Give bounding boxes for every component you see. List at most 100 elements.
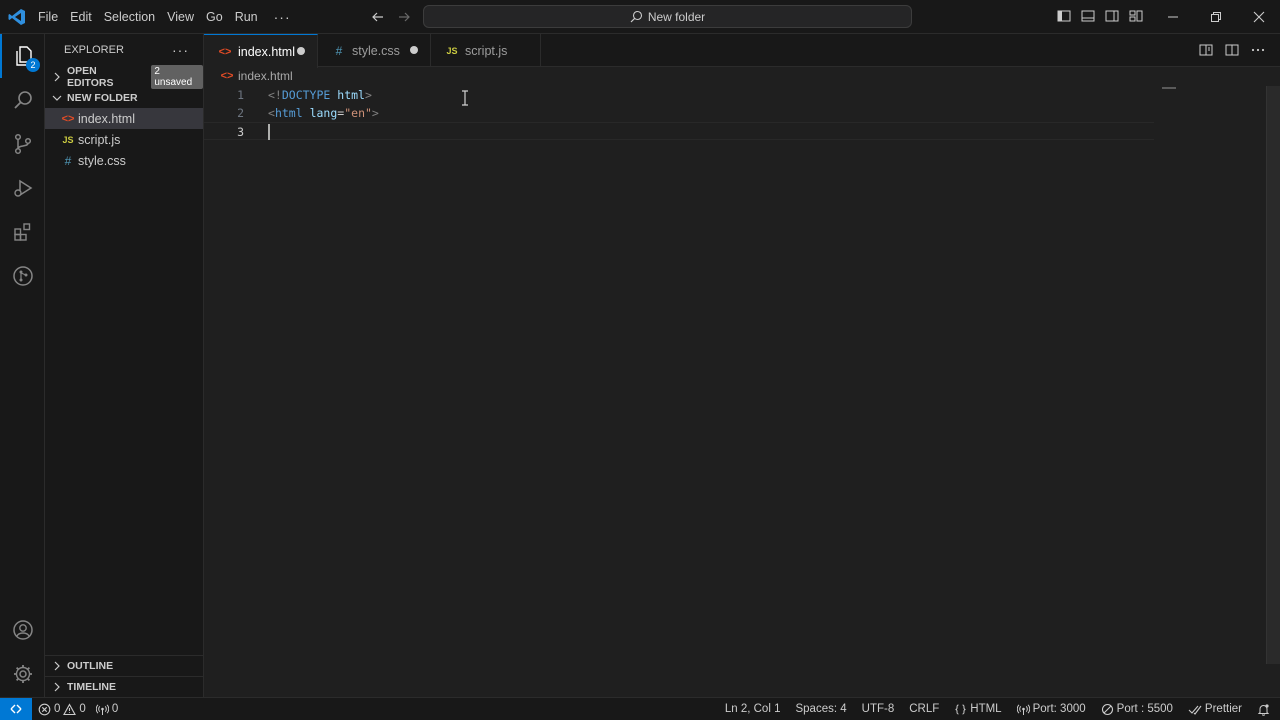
outline-section[interactable]: OUTLINE — [45, 655, 204, 676]
chevron-down-icon — [51, 92, 63, 104]
code-line-1[interactable]: 1 <!DOCTYPE html> — [204, 86, 1154, 104]
folder-section[interactable]: NEW FOLDER — [45, 87, 203, 108]
search-icon[interactable] — [0, 78, 45, 122]
file-name: style.css — [78, 153, 126, 168]
ports-count: 0 — [111, 703, 119, 715]
menu-file[interactable]: File — [32, 5, 64, 29]
explorer-icon[interactable]: 2 — [0, 34, 45, 78]
command-center-search[interactable]: New folder — [423, 5, 912, 28]
prettier-formatter[interactable]: Prettier — [1188, 703, 1242, 716]
encoding[interactable]: UTF-8 — [862, 703, 895, 715]
css-file-icon: # — [64, 153, 72, 168]
code-editor[interactable]: 1 <!DOCTYPE html> 2 <html lang="en"> 3 — [204, 86, 1280, 697]
js-file-icon: JS — [446, 45, 458, 56]
extensions-icon[interactable] — [0, 210, 45, 254]
html-file-icon: <> — [220, 70, 234, 82]
customize-layout-icon[interactable] — [1128, 8, 1144, 24]
timeline-label: TIMELINE — [67, 681, 116, 693]
broadcast-icon — [95, 703, 109, 716]
title-bar: File Edit Selection View Go Run ··· New … — [0, 0, 1280, 34]
code-text[interactable]: <!DOCTYPE html> — [268, 86, 372, 104]
tab-style-css[interactable]: # style.css — [318, 34, 431, 67]
close-icon[interactable] — [1237, 0, 1280, 34]
accounts-icon[interactable] — [0, 608, 45, 652]
menu-run[interactable]: Run — [229, 5, 264, 29]
tab-label: script.js — [465, 43, 508, 58]
line-number: 2 — [237, 106, 244, 120]
file-item-index-html[interactable]: <> index.html — [45, 108, 203, 129]
open-editors-section[interactable]: OPEN EDITORS 2 unsaved — [45, 64, 203, 89]
warning-count: 0 — [79, 703, 86, 715]
problems-indicator[interactable]: 0 0 — [38, 702, 86, 716]
git-graph-icon[interactable] — [0, 254, 45, 298]
unsaved-badge: 2 unsaved — [151, 64, 203, 89]
tab-index-html[interactable]: <> index.html — [204, 34, 318, 68]
line-number: 1 — [237, 88, 244, 102]
explorer-sidebar: EXPLORER ··· OPEN EDITORS 2 unsaved NEW … — [45, 34, 204, 697]
settings-gear-icon[interactable] — [0, 652, 45, 696]
code-line-3[interactable]: 3 — [204, 122, 1154, 140]
unsaved-dot-icon[interactable] — [297, 47, 305, 55]
arrow-left-icon[interactable] — [370, 9, 386, 25]
code-line-2[interactable]: 2 <html lang="en"> — [204, 104, 1154, 122]
arrow-right-icon[interactable] — [396, 9, 412, 25]
indentation[interactable]: Spaces: 4 — [795, 703, 846, 715]
toggle-primary-sidebar-icon[interactable] — [1056, 8, 1072, 24]
restore-icon[interactable] — [1194, 0, 1237, 34]
notifications-bell-icon[interactable] — [1257, 703, 1270, 716]
formatter-label: Prettier — [1204, 703, 1242, 715]
sidebar-bottom-sections: OUTLINE TIMELINE — [45, 655, 204, 697]
broadcast-icon — [1016, 703, 1030, 716]
menu-view[interactable]: View — [161, 5, 200, 29]
tab-script-js[interactable]: JS script.js — [431, 34, 541, 67]
minimize-icon[interactable] — [1151, 0, 1194, 34]
error-count: 0 — [54, 703, 61, 715]
source-control-icon[interactable] — [0, 122, 45, 166]
explorer-header: EXPLORER ··· — [45, 34, 203, 66]
html-file-icon: <> — [218, 45, 232, 58]
braces-icon — [954, 703, 967, 716]
search-icon — [630, 10, 643, 23]
chevron-right-icon — [51, 660, 63, 672]
minimap-line[interactable] — [1162, 87, 1176, 89]
timeline-section[interactable]: TIMELINE — [45, 676, 204, 697]
breadcrumb[interactable]: <> index.html — [220, 67, 293, 85]
run-debug-icon[interactable] — [0, 166, 45, 210]
window-controls — [1151, 0, 1280, 34]
file-item-script-js[interactable]: JS script.js — [45, 129, 203, 150]
menu-more-icon[interactable]: ··· — [264, 5, 301, 29]
unsaved-dot-icon[interactable] — [410, 46, 418, 54]
file-item-style-css[interactable]: # style.css — [45, 150, 203, 171]
menu-edit[interactable]: Edit — [64, 5, 98, 29]
port-label: Port: 3000 — [1032, 703, 1086, 715]
live-server-port[interactable]: Port: 3000 — [1016, 703, 1086, 716]
breadcrumb-file[interactable]: index.html — [238, 69, 293, 83]
end-of-line[interactable]: CRLF — [909, 703, 939, 715]
menu-selection[interactable]: Selection — [98, 5, 161, 29]
open-preview-icon[interactable] — [1198, 42, 1214, 58]
cursor-position[interactable]: Ln 2, Col 1 — [725, 703, 781, 715]
code-text[interactable]: <html lang="en"> — [268, 104, 379, 122]
toggle-panel-icon[interactable] — [1080, 8, 1096, 24]
vertical-scrollbar[interactable] — [1266, 86, 1280, 664]
file-name: script.js — [78, 132, 121, 147]
layout-controls — [1056, 8, 1144, 24]
warning-icon — [63, 702, 77, 716]
remote-connection-icon[interactable] — [0, 698, 32, 720]
more-actions-icon[interactable] — [1250, 42, 1266, 58]
toggle-secondary-sidebar-icon[interactable] — [1104, 8, 1120, 24]
chevron-right-icon — [51, 71, 63, 83]
menu-go[interactable]: Go — [200, 5, 229, 29]
port-label: Port : 5500 — [1116, 703, 1173, 715]
explorer-more-icon[interactable]: ··· — [172, 42, 189, 58]
editor-tabs: <> index.html # style.css JS script.js — [204, 34, 1280, 68]
vscode-logo-icon — [8, 8, 26, 26]
html-file-icon: <> — [61, 112, 75, 125]
split-editor-icon[interactable] — [1224, 42, 1240, 58]
open-editors-label: OPEN EDITORS — [67, 64, 114, 89]
circle-slash-icon — [1101, 703, 1114, 716]
language-mode[interactable]: HTML — [954, 703, 1002, 716]
go-live-port[interactable]: Port : 5500 — [1101, 703, 1173, 716]
ports-indicator[interactable]: 0 — [95, 703, 119, 716]
line-number: 3 — [237, 125, 244, 139]
